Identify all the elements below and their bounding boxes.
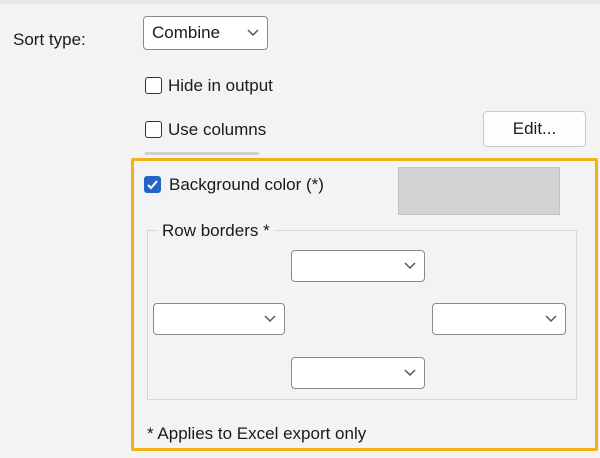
use-columns-checkbox[interactable] [145, 121, 162, 138]
row-border-bottom-dropdown[interactable] [291, 357, 425, 389]
row-borders-title: Row borders * [157, 221, 275, 241]
chevron-down-icon [404, 369, 416, 377]
hide-in-output-label: Hide in output [168, 76, 273, 95]
background-color-checkbox[interactable] [144, 176, 161, 193]
background-color-swatch[interactable] [398, 167, 560, 215]
sort-type-label: Sort type: [13, 30, 86, 49]
use-columns-label: Use columns [168, 120, 267, 139]
chevron-down-icon [264, 315, 276, 323]
footnote: * Applies to Excel export only [147, 424, 367, 443]
edit-button[interactable]: Edit... [483, 111, 586, 147]
sort-type-dropdown[interactable]: Combine [143, 16, 268, 50]
checkmark-icon [147, 180, 158, 190]
row-border-top-dropdown[interactable] [291, 250, 425, 282]
chevron-down-icon [247, 29, 259, 37]
sort-type-value: Combine [152, 23, 221, 42]
top-edge [0, 0, 600, 4]
divider [145, 152, 259, 155]
background-color-label: Background color (*) [169, 175, 324, 194]
chevron-down-icon [545, 315, 557, 323]
hide-in-output-checkbox[interactable] [145, 77, 162, 94]
row-border-left-dropdown[interactable] [153, 303, 285, 335]
row-border-right-dropdown[interactable] [432, 303, 566, 335]
chevron-down-icon [404, 262, 416, 270]
